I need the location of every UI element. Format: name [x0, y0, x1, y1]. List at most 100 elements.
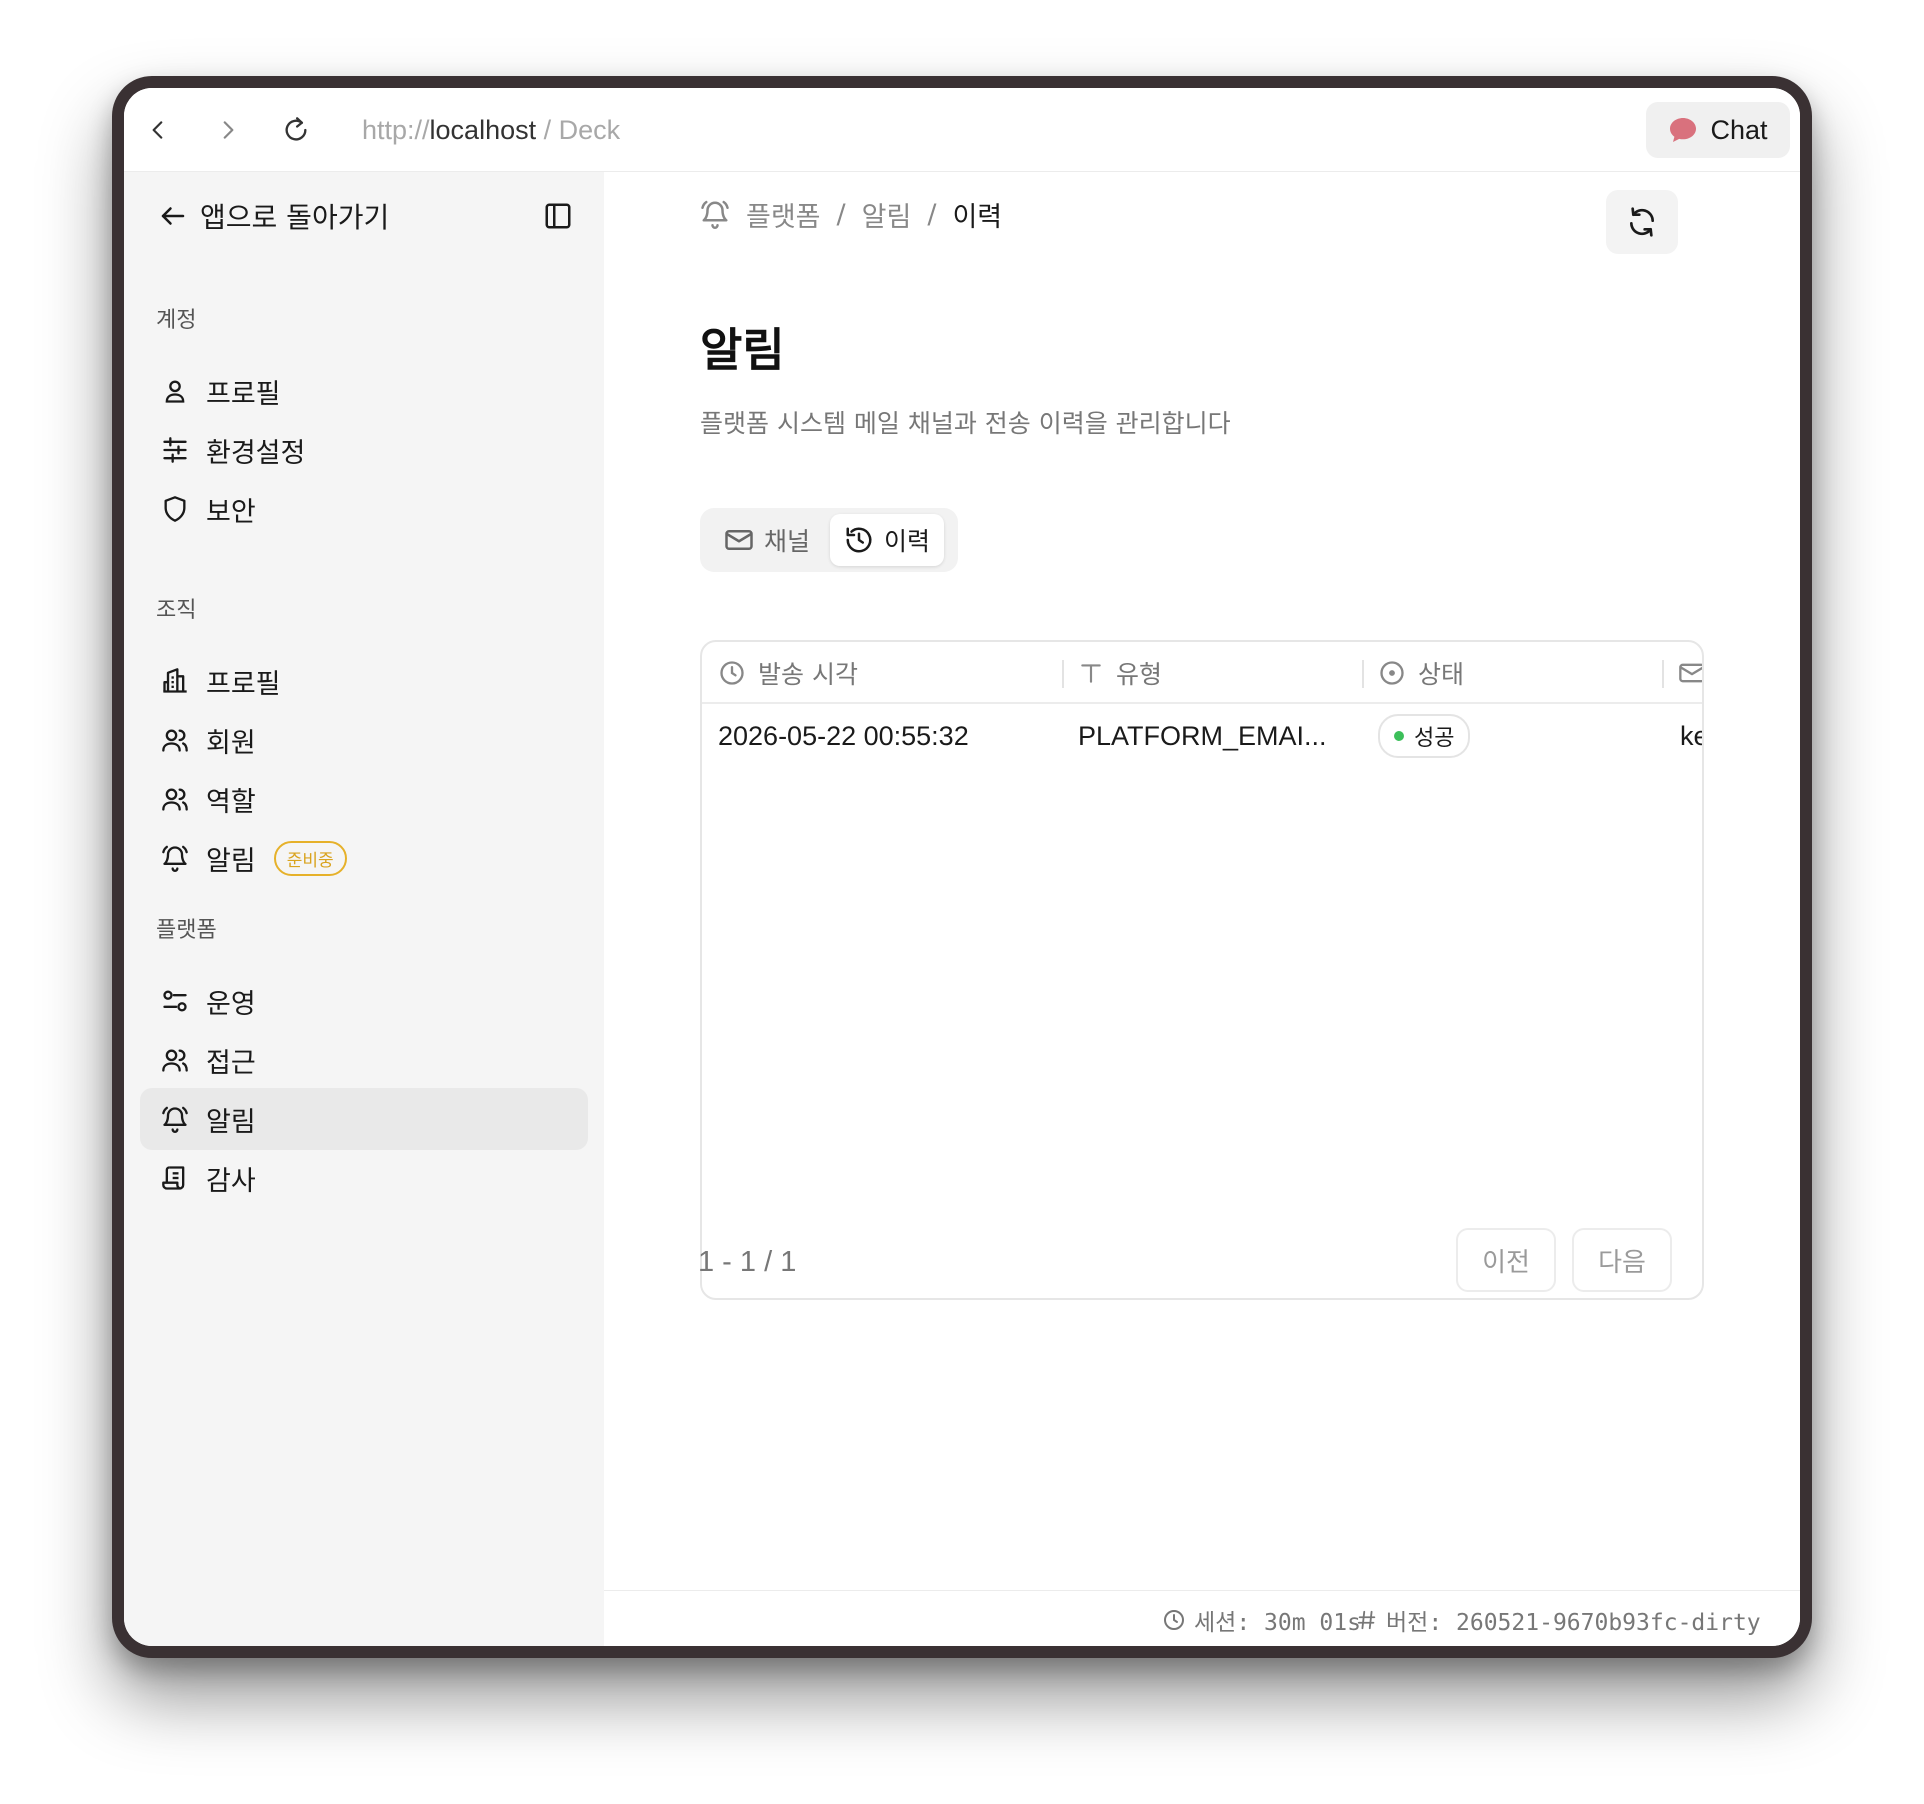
status-footer: 세션: 30m 01s 버전: 260521-9670b93fc-dirty: [604, 1590, 1800, 1646]
tab-label: 채널: [764, 527, 811, 556]
history-table: 발송 시각 유형 상태 2026-05-22 00:55:32 PLATFORM…: [700, 640, 1704, 1300]
page-title: 알림: [700, 323, 785, 377]
arrow-left-icon: [161, 207, 185, 225]
sidebar-item-audit[interactable]: 감사: [140, 1147, 588, 1209]
column-header-label: 발송 시각: [758, 660, 858, 689]
back-to-app-link[interactable]: 앱으로 돌아가기: [158, 194, 389, 238]
building-icon: [158, 664, 192, 698]
tab-channels[interactable]: 채널: [710, 514, 824, 566]
table-row[interactable]: 2026-05-22 00:55:32 PLATFORM_EMAI... 성공 …: [702, 704, 1702, 768]
sidebar-item-roles[interactable]: 역할: [140, 768, 588, 830]
column-divider: [1362, 660, 1364, 688]
page-description: 플랫폼 시스템 메일 채널과 전송 이력을 관리합니다: [700, 409, 1231, 438]
circle-dot-icon: [1380, 661, 1404, 685]
chat-bubble-icon: [1670, 118, 1697, 142]
address-bar[interactable]: http://localhost / Deck: [362, 112, 620, 148]
status-label: 성공: [1414, 726, 1455, 751]
shield-icon: [158, 492, 192, 526]
history-icon: [846, 527, 872, 553]
forward-button[interactable]: [206, 108, 250, 152]
sidebar-item-label: 프로필: [206, 378, 281, 410]
chevron-left-icon: [152, 121, 163, 139]
url-host: localhost: [429, 115, 537, 145]
sidebar-item-label: 역할: [206, 786, 256, 818]
next-page-button[interactable]: 다음: [1572, 1228, 1672, 1292]
version-info: 버전: 260521-9670b93fc-dirty: [1356, 1603, 1761, 1637]
tab-label: 이력: [884, 527, 931, 556]
breadcrumb-item-notifications[interactable]: 알림: [862, 195, 912, 234]
bell-icon: [158, 841, 192, 875]
session-text: 세션: 30m 01s: [1194, 1610, 1361, 1636]
refresh-button[interactable]: [1606, 190, 1678, 254]
clock-icon: [1164, 1610, 1184, 1630]
back-to-app-label: 앱으로 돌아가기: [200, 201, 390, 234]
session-info: 세션: 30m 01s: [1162, 1603, 1361, 1637]
scroll-icon: [158, 1161, 192, 1195]
sidebar-item-label: 접근: [206, 1047, 256, 1079]
url-suffix: / Deck: [536, 115, 621, 145]
users-icon: [158, 1043, 192, 1077]
cell-type: PLATFORM_EMAI...: [1078, 720, 1327, 751]
app-window: http://localhost / Deck Chat 앱으로 돌아가기 계정…: [124, 88, 1800, 1646]
sidebar-item-members[interactable]: 회원: [140, 709, 588, 771]
chevron-right-icon: [223, 121, 234, 139]
section-label-account: 계정: [156, 308, 197, 333]
section-label-platform: 플랫폼: [156, 918, 217, 943]
sidebar: 앱으로 돌아가기 계정 프로필 환경설정 보안 조직 프로필 회원 역할 알림 …: [124, 172, 604, 1646]
breadcrumb-item-history: 이력: [952, 201, 1003, 233]
chat-button[interactable]: Chat: [1646, 102, 1790, 158]
main-content: 플랫폼 / 알림 / 이력 알림 플랫폼 시스템 메일 채널과 전송 이력을 관…: [604, 172, 1800, 1572]
cell-sent-at: 2026-05-22 00:55:32: [718, 720, 969, 751]
column-header-type[interactable]: 유형: [1078, 642, 1162, 704]
column-header-recipient[interactable]: [1678, 642, 1702, 704]
sidebar-toggle-button[interactable]: [538, 196, 578, 236]
column-header-status[interactable]: 상태: [1378, 642, 1464, 704]
sidebar-item-label: 감사: [206, 1165, 256, 1197]
column-header-label: 유형: [1116, 660, 1163, 689]
sidebar-item-access[interactable]: 접근: [140, 1029, 588, 1091]
column-header-label: 상태: [1418, 660, 1465, 689]
sidebar-item-label: 보안: [206, 496, 256, 528]
text-type-icon: [1081, 664, 1101, 683]
table-header: 발송 시각 유형 상태: [702, 642, 1702, 704]
sidebar-item-label: 환경설정: [206, 437, 306, 469]
sidebar-item-org-notifications[interactable]: 알림 준비중: [140, 827, 588, 889]
sidebar-item-preferences[interactable]: 환경설정: [140, 419, 588, 481]
bell-icon: [701, 200, 729, 229]
sidebar-item-label: 운영: [206, 988, 256, 1020]
sidebar-item-platform-notifications[interactable]: 알림: [140, 1088, 588, 1150]
clock-icon: [720, 661, 744, 685]
back-button[interactable]: [136, 108, 180, 152]
section-label-organization: 조직: [156, 598, 197, 623]
sidebar-item-org-profile[interactable]: 프로필: [140, 650, 588, 712]
hash-icon: [1357, 1610, 1376, 1630]
url-scheme: http://: [362, 115, 430, 145]
user-icon: [158, 374, 192, 408]
tab-history[interactable]: 이력: [830, 514, 945, 566]
pagination-range: 1 - 1 / 1: [698, 1246, 797, 1278]
sidebar-item-account-profile[interactable]: 프로필: [140, 360, 588, 422]
panel-left-icon: [545, 203, 571, 229]
status-dot: [1394, 731, 1404, 741]
sidebar-item-label: 프로필: [206, 668, 281, 700]
previous-page-button[interactable]: 이전: [1456, 1228, 1556, 1292]
mail-icon: [1679, 663, 1702, 683]
breadcrumb: 플랫폼 / 알림 / 이력: [700, 192, 1002, 236]
users-icon: [158, 723, 192, 757]
sidebar-item-security[interactable]: 보안: [140, 478, 588, 540]
browser-toolbar: http://localhost / Deck Chat: [124, 88, 1800, 172]
mail-icon: [725, 530, 753, 550]
reload-button[interactable]: [274, 108, 318, 152]
column-divider: [1062, 660, 1064, 688]
sidebar-item-operations[interactable]: 운영: [140, 970, 588, 1032]
bell-icon: [158, 1102, 192, 1136]
coming-soon-badge: 준비중: [273, 840, 347, 876]
breadcrumb-item-platform[interactable]: 플랫폼: [746, 195, 821, 234]
sidebar-item-label: 알림: [206, 1106, 256, 1138]
column-header-sent-at[interactable]: 발송 시각: [718, 642, 858, 704]
sliders-icon: [158, 433, 192, 467]
reload-icon: [285, 117, 307, 141]
version-text: 버전: 260521-9670b93fc-dirty: [1386, 1610, 1761, 1636]
chat-label: Chat: [1710, 114, 1768, 145]
sidebar-item-label: 알림: [206, 845, 256, 877]
